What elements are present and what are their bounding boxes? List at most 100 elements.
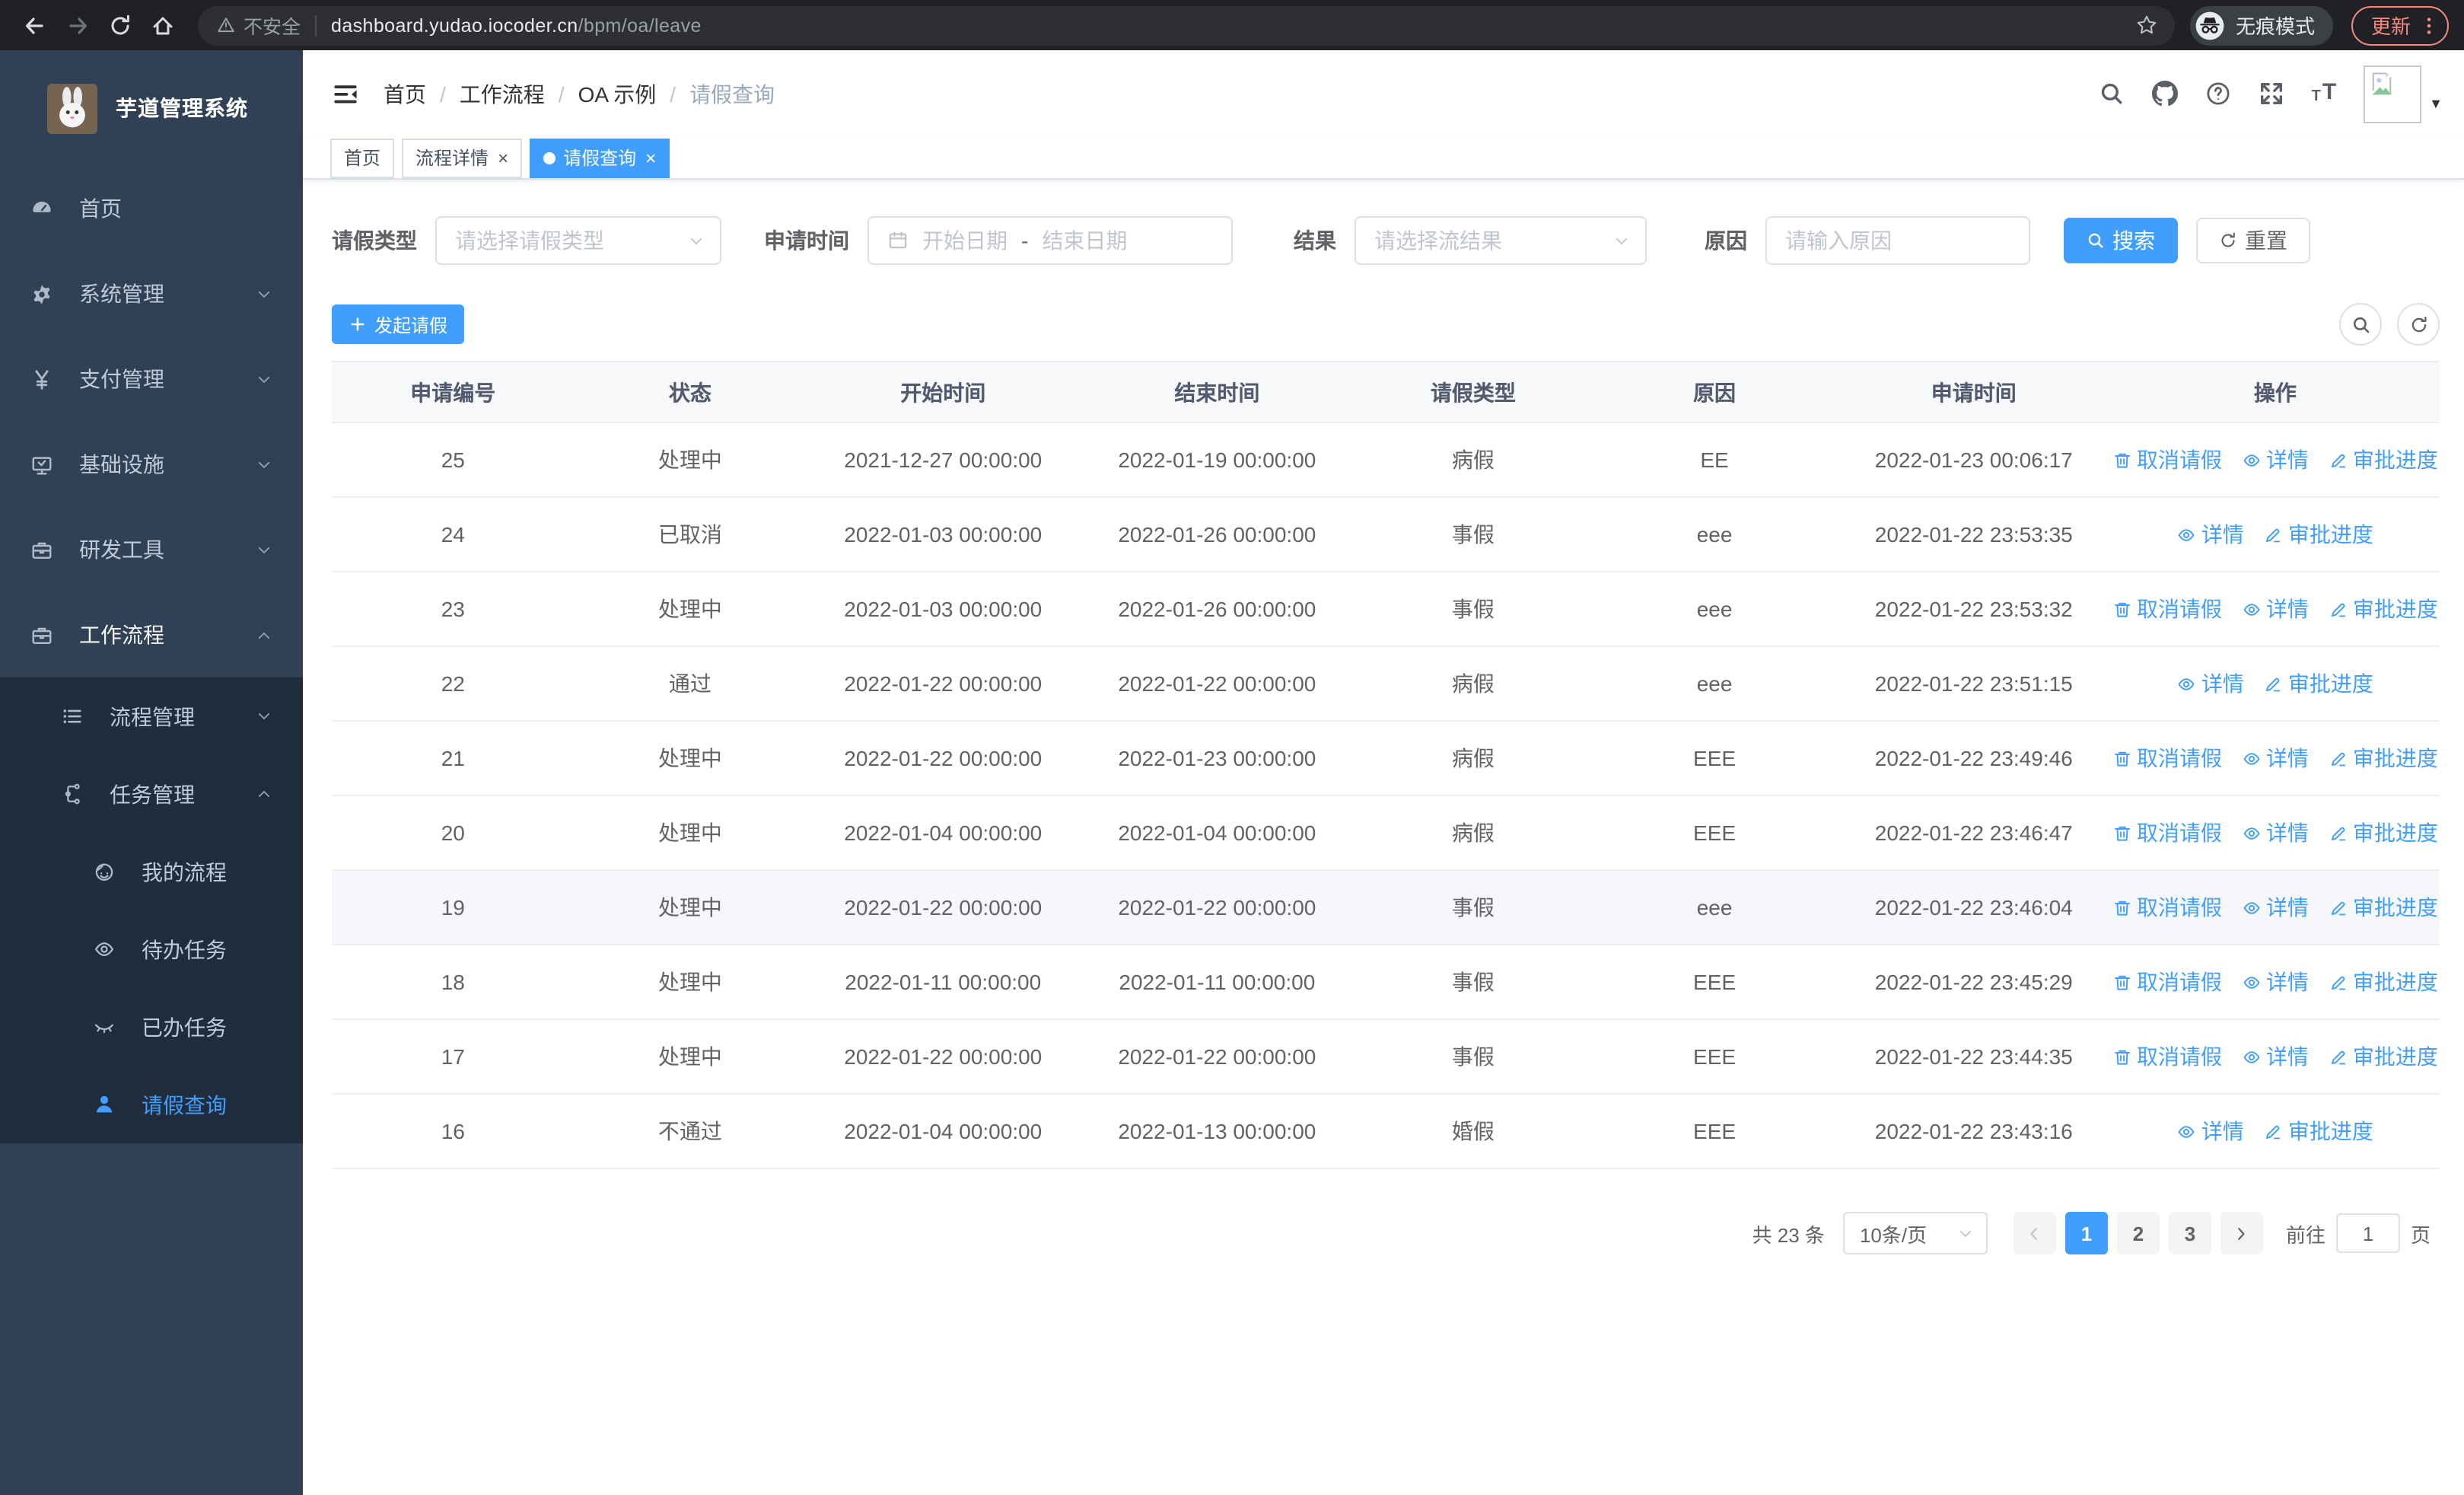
action-cancel-leave[interactable]: 取消请假 — [2112, 1041, 2222, 1072]
action-label: 详情 — [2265, 970, 2309, 994]
action-cancel-leave[interactable]: 取消请假 — [2112, 892, 2222, 923]
sidebar-item-payment[interactable]: 支付管理 — [0, 336, 303, 422]
table-cell: 2022-01-04 00:00:00 — [806, 1094, 1081, 1169]
row-actions: 详情 审批进度 — [2111, 1116, 2440, 1146]
action-progress[interactable]: 审批进度 — [2264, 668, 2373, 699]
leave-type-select[interactable]: 请选择请假类型 — [435, 216, 721, 265]
action-progress[interactable]: 审批进度 — [2329, 1041, 2438, 1072]
action-detail[interactable]: 详情 — [2242, 594, 2309, 624]
chevron-up-icon — [256, 786, 272, 802]
sidebar-item-task-mgmt[interactable]: 任务管理 — [0, 755, 303, 833]
action-cancel-leave[interactable]: 取消请假 — [2112, 445, 2222, 475]
browser-menu-icon[interactable] — [2418, 14, 2440, 36]
action-cancel-leave[interactable]: 取消请假 — [2112, 743, 2222, 773]
action-progress[interactable]: 审批进度 — [2329, 594, 2438, 624]
browser-reload-icon[interactable] — [100, 5, 140, 45]
table-row: 24 已取消 2022-01-03 00:00:00 2022-01-26 00:00… — [332, 497, 2440, 572]
sidebar-item-home[interactable]: 首页 — [0, 166, 303, 251]
action-detail[interactable]: 详情 — [2242, 445, 2309, 475]
github-icon[interactable] — [2138, 81, 2192, 107]
action-progress[interactable]: 审批进度 — [2329, 818, 2438, 848]
breadcrumb-item[interactable]: OA 示例 — [578, 78, 657, 109]
table-cell: 处理中 — [574, 1019, 807, 1095]
action-cancel-leave[interactable]: 取消请假 — [2112, 818, 2222, 848]
font-size-icon[interactable]: TT — [2298, 80, 2351, 107]
action-detail[interactable]: 详情 — [2177, 1116, 2244, 1146]
action-detail[interactable]: 详情 — [2177, 519, 2244, 550]
browser-home-icon[interactable] — [143, 5, 183, 45]
tab-process-detail[interactable]: 流程详情 × — [402, 138, 523, 177]
goto-page-input[interactable] — [2335, 1213, 2400, 1253]
header-search-icon[interactable] — [2085, 81, 2138, 107]
browser-update-button[interactable]: 更新 — [2351, 5, 2449, 45]
browser-forward-icon[interactable] — [58, 5, 97, 45]
reset-button[interactable]: 重置 — [2196, 218, 2310, 263]
toggle-search-button[interactable] — [2339, 303, 2382, 346]
app-logo[interactable]: 芋道管理系统 — [0, 50, 303, 166]
fullscreen-icon[interactable] — [2245, 81, 2298, 107]
tab-leave-query[interactable]: 请假查询 × — [530, 138, 670, 177]
monitor-icon — [29, 453, 53, 476]
sidebar-item-todo-tasks[interactable]: 待办任务 — [0, 910, 303, 988]
action-detail[interactable]: 详情 — [2242, 967, 2309, 997]
prev-page-button[interactable] — [2013, 1212, 2056, 1254]
apply-time-range-picker[interactable]: 开始日期 - 结束日期 — [867, 216, 1233, 265]
action-detail[interactable]: 详情 — [2242, 743, 2309, 773]
table-cell: EE — [1592, 422, 1837, 498]
pencil-icon — [2329, 897, 2348, 917]
user-menu-caret-icon[interactable]: ▼ — [2429, 95, 2443, 110]
search-button[interactable]: 搜索 — [2064, 218, 2178, 263]
bookmark-star-icon[interactable] — [2126, 14, 2167, 37]
security-warning-icon[interactable] — [216, 15, 236, 35]
action-progress[interactable]: 审批进度 — [2264, 519, 2373, 550]
security-label: 不安全 — [244, 17, 301, 38]
sidebar-item-system[interactable]: 系统管理 — [0, 251, 303, 336]
page-button-1[interactable]: 1 — [2064, 1212, 2108, 1254]
sidebar-item-done-tasks[interactable]: 已办任务 — [0, 988, 303, 1066]
tab-home[interactable]: 首页 — [330, 138, 395, 177]
sidebar-item-process-mgmt[interactable]: 流程管理 — [0, 677, 303, 755]
tab-close-icon[interactable]: × — [498, 148, 508, 167]
reason-input[interactable] — [1765, 216, 2030, 265]
table-cell: 病假 — [1354, 721, 1593, 796]
column-header: 开始时间 — [806, 361, 1081, 423]
create-leave-button[interactable]: 发起请假 — [332, 304, 465, 344]
address-bar[interactable]: 不安全 dashboard.yudao.iocoder.cn/bpm/oa/le… — [198, 5, 2175, 45]
sidebar-item-dev-tools[interactable]: 研发工具 — [0, 507, 303, 592]
breadcrumb-item[interactable]: 首页 — [384, 78, 426, 109]
page-button-2[interactable]: 2 — [2116, 1212, 2160, 1254]
incognito-icon — [2195, 10, 2225, 40]
action-progress[interactable]: 审批进度 — [2329, 892, 2438, 923]
refresh-table-button[interactable] — [2397, 303, 2440, 346]
help-icon[interactable] — [2192, 81, 2245, 107]
action-progress[interactable]: 审批进度 — [2329, 743, 2438, 773]
page-size-select[interactable]: 10条/页 — [1842, 1212, 1988, 1254]
action-progress[interactable]: 审批进度 — [2264, 1116, 2373, 1146]
action-detail[interactable]: 详情 — [2242, 892, 2309, 923]
action-detail[interactable]: 详情 — [2177, 668, 2244, 699]
sidebar-item-workflow[interactable]: 工作流程 — [0, 592, 303, 677]
action-progress[interactable]: 审批进度 — [2329, 967, 2438, 997]
tab-close-icon[interactable]: × — [645, 148, 656, 167]
briefcase-icon — [29, 623, 53, 646]
page-button-3[interactable]: 3 — [2168, 1212, 2211, 1254]
action-detail[interactable]: 详情 — [2242, 818, 2309, 848]
pencil-icon — [2264, 524, 2284, 544]
action-cancel-leave[interactable]: 取消请假 — [2112, 594, 2222, 624]
result-select[interactable]: 请选择流结果 — [1355, 216, 1647, 265]
sidebar-item-infrastructure[interactable]: 基础设施 — [0, 422, 303, 507]
sidebar-item-my-process[interactable]: 我的流程 — [0, 833, 303, 910]
next-page-button[interactable] — [2220, 1212, 2263, 1254]
action-detail[interactable]: 详情 — [2242, 1041, 2309, 1072]
action-progress[interactable]: 审批进度 — [2329, 445, 2438, 475]
breadcrumb-item[interactable]: 工作流程 — [460, 78, 545, 109]
action-cancel-leave[interactable]: 取消请假 — [2112, 967, 2222, 997]
table-cell: 处理中 — [574, 795, 807, 871]
user-avatar[interactable] — [2364, 65, 2422, 123]
sidebar-item-leave-query[interactable]: 请假查询 — [0, 1066, 303, 1143]
browser-toolbar: 不安全 dashboard.yudao.iocoder.cn/bpm/oa/le… — [0, 0, 2464, 50]
browser-back-icon[interactable] — [15, 5, 55, 45]
row-actions: 取消请假 详情 审批进度 — [2111, 892, 2440, 923]
sidebar-collapse-icon[interactable] — [332, 80, 359, 107]
eye-icon — [2177, 674, 2197, 693]
